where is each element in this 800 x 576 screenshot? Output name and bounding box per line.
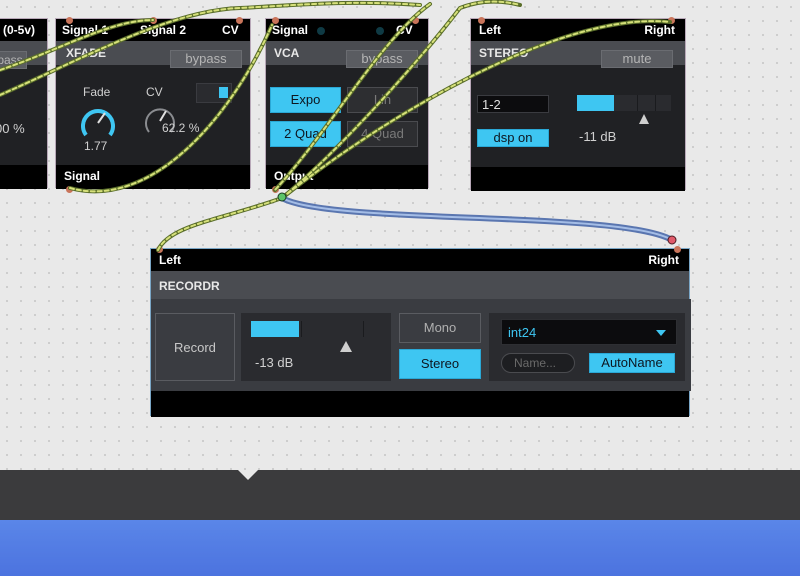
port-icon[interactable]	[272, 186, 279, 193]
recordr-outputs	[151, 391, 689, 417]
recordr-gain-slider[interactable]	[340, 341, 352, 352]
vca-lin-button[interactable]: Lin	[347, 87, 418, 113]
xfade-cv-value: 62.2 %	[162, 121, 200, 135]
led-icon	[317, 27, 325, 35]
recordr-format-value: int24	[508, 325, 537, 340]
partial-module: (0-5v) pass 00 %	[0, 18, 48, 189]
xfade-input-signal2[interactable]: Signal 2	[140, 23, 186, 37]
bottom-toolbar	[0, 470, 800, 520]
vca-title: VCA	[274, 46, 300, 60]
recordr-mono-button[interactable]: Mono	[399, 313, 481, 343]
port-icon[interactable]	[156, 246, 163, 253]
selected-patch-cable	[281, 197, 673, 241]
vca-input-cv[interactable]: CV	[396, 23, 413, 37]
stereo-mute-button[interactable]: mute	[601, 50, 673, 68]
stereo-db-value: -11 dB	[579, 129, 617, 144]
recordr-name-placeholder: Name...	[514, 356, 557, 370]
stereo-outputs	[471, 167, 685, 191]
partial-value-label: 00 %	[0, 121, 25, 136]
chevron-down-icon	[656, 330, 666, 336]
xfade-cv-toggle-indicator	[219, 87, 228, 98]
stereo-channel-value: 1-2	[482, 97, 501, 112]
vca-inputs: Signal CV	[266, 19, 428, 41]
vca-output[interactable]: Output	[274, 169, 313, 183]
port-icon[interactable]	[478, 17, 485, 24]
partial-module-outputs	[0, 165, 47, 189]
xfade-input-cv[interactable]: CV	[222, 23, 239, 37]
desktop-background	[0, 520, 800, 576]
stereo-inputs: Left Right	[471, 19, 685, 41]
xfade-output-signal[interactable]: Signal	[64, 169, 100, 183]
stereo-level-meter	[577, 95, 671, 111]
xfade-input-signal1[interactable]: Signal 1	[62, 23, 108, 37]
fade-knob-icon[interactable]	[78, 103, 118, 143]
stereo-module[interactable]: Left Right STEREO mute 1-2 dsp on -11 dB	[470, 18, 686, 191]
port-icon[interactable]	[66, 17, 73, 24]
recordr-autoname-button[interactable]: AutoName	[589, 353, 675, 373]
xfade-fade-value: 1.77	[84, 139, 108, 153]
recordr-titlebar: RECORDR	[151, 271, 689, 299]
xfade-cv-toggle[interactable]	[196, 83, 232, 103]
xfade-cv-label: CV	[146, 85, 163, 99]
recordr-meter-fill	[251, 321, 299, 337]
stereo-meter-fill	[577, 95, 614, 111]
stereo-channel-select[interactable]: 1-2	[477, 95, 549, 113]
partial-bypass-button[interactable]: pass	[0, 51, 27, 69]
vca-outputs: Output	[266, 165, 428, 189]
partial-module-inputs: (0-5v)	[0, 19, 47, 41]
recordr-record-label: Record	[174, 340, 216, 355]
vca-module[interactable]: Signal CV VCA bypass Expo Lin 2 Quad 4 Q…	[265, 18, 429, 189]
recordr-module[interactable]: Left Right RECORDR Record -13 dB Mono St…	[150, 248, 691, 417]
recordr-db-value: -13 dB	[255, 355, 294, 370]
recordr-control-panel: Record -13 dB Mono Stereo int24 Name...	[151, 299, 691, 391]
recordr-format-select[interactable]: int24	[501, 319, 677, 345]
port-icon[interactable]	[150, 17, 157, 24]
recordr-level-meter	[251, 321, 381, 337]
xfade-title: XFADE	[66, 46, 107, 60]
vca-expo-button[interactable]: Expo	[270, 87, 341, 113]
recordr-record-button[interactable]: Record	[155, 313, 235, 381]
stereo-dsp-button[interactable]: dsp on	[477, 129, 549, 147]
xfade-outputs: Signal	[56, 165, 250, 189]
input-connector-icon	[667, 235, 677, 245]
recordr-settings-panel: int24 Name... AutoName	[489, 313, 685, 381]
recordr-inputs: Left Right	[151, 249, 689, 271]
recordr-stereo-button[interactable]: Stereo	[399, 349, 481, 379]
stereo-title: STEREO	[479, 46, 529, 60]
vca-input-signal[interactable]: Signal	[272, 23, 308, 37]
xfade-bypass-button[interactable]: bypass	[170, 50, 242, 68]
port-icon[interactable]	[66, 186, 73, 193]
vca-4quad-button[interactable]: 4 Quad	[347, 121, 418, 147]
recordr-title: RECORDR	[159, 279, 220, 293]
xfade-fade-label: Fade	[83, 85, 111, 99]
port-icon[interactable]	[412, 17, 419, 24]
stereo-input-left[interactable]: Left	[479, 23, 501, 37]
patch-canvas[interactable]: (0-5v) pass 00 % Signal 1 Signal 2 CV XF…	[0, 0, 800, 470]
recordr-name-input[interactable]: Name...	[501, 353, 575, 373]
output-connector-icon	[277, 192, 287, 202]
port-icon[interactable]	[668, 17, 675, 24]
recordr-input-right[interactable]: Right	[648, 253, 679, 267]
selected-patch-cable	[279, 195, 675, 243]
collapse-arrow-icon[interactable]	[238, 470, 258, 480]
port-icon[interactable]	[272, 17, 279, 24]
led-icon	[376, 27, 384, 35]
port-icon[interactable]	[674, 246, 681, 253]
recordr-input-left[interactable]: Left	[159, 253, 181, 267]
partial-header-label: (0-5v)	[3, 23, 36, 37]
xfade-module[interactable]: Signal 1 Signal 2 CV XFADE bypass Fade 1…	[55, 18, 251, 189]
port-icon[interactable]	[236, 17, 243, 24]
recordr-meter-panel: -13 dB	[241, 313, 391, 381]
stereo-gain-slider[interactable]	[639, 114, 649, 124]
stereo-input-right[interactable]: Right	[644, 23, 675, 37]
vca-bypass-button[interactable]: bypass	[346, 50, 418, 68]
vca-2quad-button[interactable]: 2 Quad	[270, 121, 341, 147]
